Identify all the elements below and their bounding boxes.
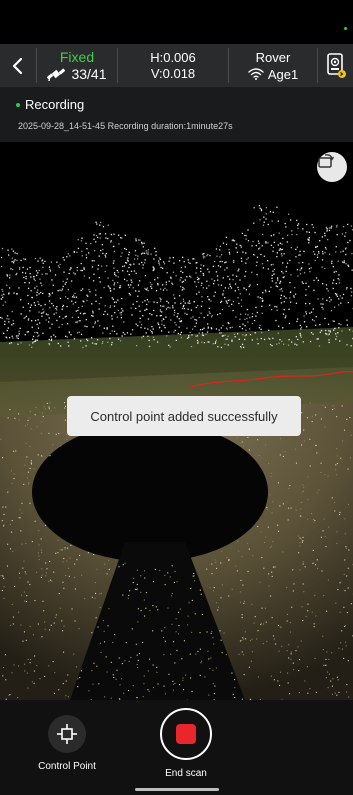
rover-status[interactable]: Rover Age1 (229, 44, 317, 87)
vertical-precision: V:0.018 (150, 65, 196, 81)
recording-indicator-dot (16, 102, 20, 107)
system-status-bar (0, 0, 353, 44)
fix-status[interactable]: Fixed 33/41 (37, 44, 117, 87)
recording-info: 2025-09-28_14-51-45 Recording duration:1… (18, 121, 233, 131)
bottom-action-bar: Control Point End scan (0, 700, 353, 795)
age-text: Age1 (267, 66, 299, 82)
end-scan-button[interactable]: End scan (156, 708, 216, 779)
recording-panel: Recording 2025-09-28_14-51-45 Recording … (0, 87, 353, 142)
recording-status: Recording (16, 97, 84, 112)
wifi-signal-icon (248, 68, 264, 80)
device-settings-button[interactable] (318, 44, 353, 87)
control-point-label: Control Point (38, 761, 96, 772)
control-point-button[interactable]: Control Point (32, 715, 102, 772)
correction-age: Age1 (248, 66, 298, 83)
fix-status-text: Fixed (59, 48, 95, 65)
recording-title: Recording (25, 97, 85, 112)
chevron-left-icon (12, 57, 23, 74)
back-button[interactable] (0, 44, 36, 87)
control-point-circle[interactable] (48, 715, 86, 753)
home-indicator (135, 788, 219, 791)
satellite-icon (47, 67, 66, 81)
horizontal-precision: H:0.006 (150, 49, 196, 65)
mode-text: Rover (255, 49, 291, 65)
gnss-status-bar: Fixed 33/41 H:0.006 V:0.018 Rover Age1 (0, 44, 353, 87)
status-indicator-dot (344, 27, 347, 30)
rotate-screen-button[interactable] (317, 152, 347, 182)
crosshair-icon (57, 724, 77, 744)
satellite-count-text: 33/41 (71, 65, 107, 82)
precision-readout: H:0.006 V:0.018 (118, 44, 228, 87)
end-scan-ring[interactable] (160, 708, 212, 760)
end-scan-label: End scan (165, 768, 207, 779)
toast-message: Control point added successfully (67, 396, 301, 436)
stop-icon (176, 724, 196, 744)
satellite-count: 33/41 (47, 65, 107, 83)
device-settings-icon (326, 52, 346, 78)
rotate-screen-icon (318, 154, 335, 168)
